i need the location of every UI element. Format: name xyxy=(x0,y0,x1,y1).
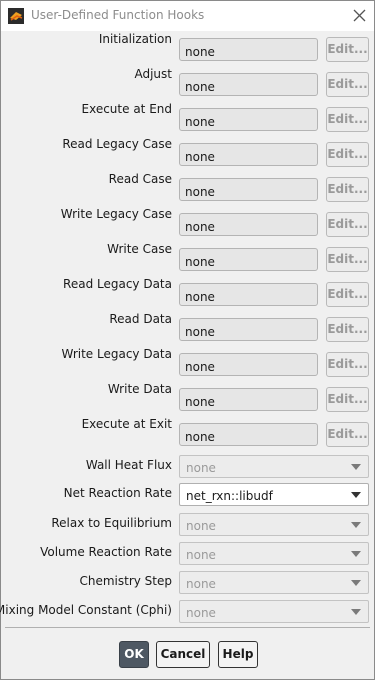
select-row-chemistry-step: Chemistry Step none xyxy=(1,571,374,597)
hook-row-initialization: Initialization none Edit... xyxy=(1,32,374,64)
select-value: net_rxn::libudf xyxy=(186,489,273,503)
select-row-wall-heat-flux: Wall Heat Flux none xyxy=(1,455,374,481)
edit-button[interactable]: Edit... xyxy=(326,142,369,167)
edit-button[interactable]: Edit... xyxy=(326,387,369,412)
wall-heat-flux-dropdown[interactable]: none xyxy=(179,455,369,478)
hook-value-field: none xyxy=(179,213,318,236)
fluent-app-icon xyxy=(8,8,24,24)
hook-row-write-data: Write Data none Edit... xyxy=(1,382,374,414)
edit-button[interactable]: Edit... xyxy=(326,107,369,132)
chevron-down-icon xyxy=(351,580,361,586)
hook-value-field: none xyxy=(179,73,318,96)
divider xyxy=(5,627,370,628)
chevron-down-icon xyxy=(351,551,361,557)
hook-row-read-data: Read Data none Edit... xyxy=(1,312,374,344)
select-label: Mixing Model Constant (Cphi) xyxy=(0,603,172,617)
hook-value-field: none xyxy=(179,283,318,306)
select-row-relax-to-equilibrium: Relax to Equilibrium none xyxy=(1,513,374,539)
select-row-net-reaction-rate: Net Reaction Rate net_rxn::libudf xyxy=(1,483,374,509)
relax-to-equilibrium-dropdown[interactable]: none xyxy=(179,513,369,536)
hook-label: Write Data xyxy=(107,382,172,396)
select-label: Net Reaction Rate xyxy=(63,486,172,500)
hook-label: Execute at Exit xyxy=(81,417,172,431)
edit-button[interactable]: Edit... xyxy=(326,282,369,307)
edit-button[interactable]: Edit... xyxy=(326,422,369,447)
chevron-down-icon xyxy=(351,522,361,528)
hook-label: Read Legacy Case xyxy=(62,137,172,151)
select-label: Wall Heat Flux xyxy=(85,458,172,472)
net-reaction-rate-dropdown[interactable]: net_rxn::libudf xyxy=(179,483,369,506)
select-value: none xyxy=(186,577,216,591)
ok-button[interactable]: OK xyxy=(119,641,149,668)
hook-value-field: none xyxy=(179,248,318,271)
hook-row-read-case: Read Case none Edit... xyxy=(1,172,374,204)
hook-label: Write Case xyxy=(107,242,172,256)
select-value: none xyxy=(186,519,216,533)
hook-value-field: none xyxy=(179,178,318,201)
hook-row-read-legacy-data: Read Legacy Data none Edit... xyxy=(1,277,374,309)
hook-label: Read Data xyxy=(109,312,172,326)
hook-row-read-legacy-case: Read Legacy Case none Edit... xyxy=(1,137,374,169)
hook-value-field: none xyxy=(179,143,318,166)
hook-row-write-case: Write Case none Edit... xyxy=(1,242,374,274)
select-label: Volume Reaction Rate xyxy=(40,545,172,559)
edit-button[interactable]: Edit... xyxy=(326,72,369,97)
chevron-down-icon xyxy=(351,609,361,615)
volume-reaction-rate-dropdown[interactable]: none xyxy=(179,542,369,565)
edit-button[interactable]: Edit... xyxy=(326,317,369,342)
select-row-mixing-model-constant: Mixing Model Constant (Cphi) none xyxy=(0,600,374,626)
edit-button[interactable]: Edit... xyxy=(326,352,369,377)
cancel-button[interactable]: Cancel xyxy=(156,641,210,668)
select-value: none xyxy=(186,548,216,562)
hook-value-field: none xyxy=(179,318,318,341)
hook-value-field: none xyxy=(179,38,318,61)
window-title: User-Defined Function Hooks xyxy=(31,8,205,22)
hook-row-execute-at-end: Execute at End none Edit... xyxy=(1,102,374,134)
chemistry-step-dropdown[interactable]: none xyxy=(179,571,369,594)
select-label: Chemistry Step xyxy=(79,574,172,588)
select-label: Relax to Equilibrium xyxy=(51,516,172,530)
edit-button[interactable]: Edit... xyxy=(326,37,369,62)
hook-label: Execute at End xyxy=(81,102,172,116)
select-value: none xyxy=(186,606,216,620)
hook-value-field: none xyxy=(179,353,318,376)
hook-row-adjust: Adjust none Edit... xyxy=(1,67,374,99)
hook-label: Write Legacy Data xyxy=(61,347,173,361)
hook-row-write-legacy-case: Write Legacy Case none Edit... xyxy=(1,207,374,239)
chevron-down-icon xyxy=(351,492,361,498)
close-icon[interactable] xyxy=(353,9,366,22)
mixing-model-constant-dropdown[interactable]: none xyxy=(179,600,369,623)
hook-row-write-legacy-data: Write Legacy Data none Edit... xyxy=(1,347,374,379)
hook-value-field: none xyxy=(179,108,318,131)
hook-label: Initialization xyxy=(98,32,172,46)
hook-label: Read Legacy Data xyxy=(63,277,172,291)
hook-value-field: none xyxy=(179,388,318,411)
select-row-volume-reaction-rate: Volume Reaction Rate none xyxy=(1,542,374,568)
edit-button[interactable]: Edit... xyxy=(326,212,369,237)
hook-label: Write Legacy Case xyxy=(60,207,172,221)
hook-row-execute-at-exit: Execute at Exit none Edit... xyxy=(1,417,374,449)
hook-value-field: none xyxy=(179,423,318,446)
edit-button[interactable]: Edit... xyxy=(326,247,369,272)
hook-label: Adjust xyxy=(134,67,172,81)
edit-button[interactable]: Edit... xyxy=(326,177,369,202)
hook-label: Read Case xyxy=(108,172,172,186)
help-button[interactable]: Help xyxy=(218,641,258,668)
title-bar: User-Defined Function Hooks xyxy=(1,1,374,31)
chevron-down-icon xyxy=(351,464,361,470)
udf-hooks-dialog: User-Defined Function Hooks Initializati… xyxy=(0,0,375,680)
select-value: none xyxy=(186,461,216,475)
